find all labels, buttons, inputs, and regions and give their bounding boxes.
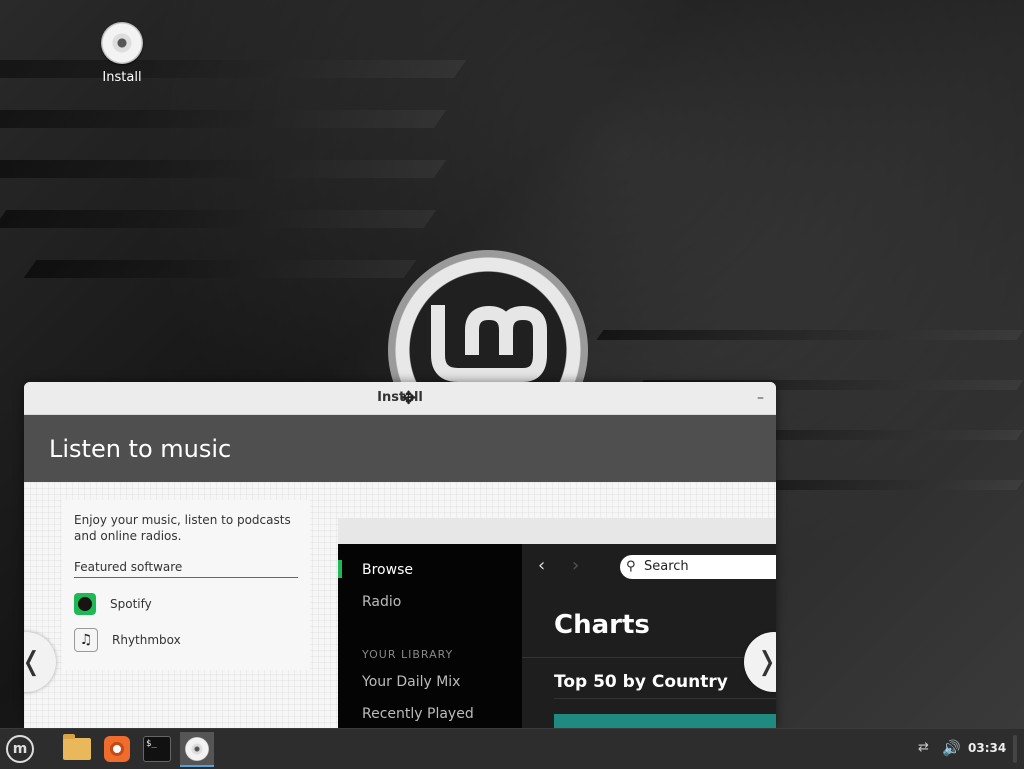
slide-intro-text: Enjoy your music, listen to podcasts and… [74, 513, 291, 543]
top50-heading: Top 50 by Country [554, 672, 728, 692]
network-disconnected-icon[interactable]: ⇄ [918, 740, 929, 755]
installer-icon [185, 736, 209, 761]
chart-card [554, 714, 776, 728]
disc-icon [101, 22, 143, 64]
spotify-search: ⚲ Search [620, 555, 776, 579]
clock[interactable]: 03:34 [968, 741, 1006, 755]
chevron-left-icon: ‹ [538, 555, 546, 576]
files-launcher[interactable] [60, 732, 94, 766]
window-titlebar[interactable]: Install ✥ – [24, 382, 776, 415]
charts-heading: Charts [554, 610, 650, 640]
featured-software-label: Featured software [74, 560, 298, 578]
spotify-main: ‹ › ⚲ Search Charts Top 50 by Country [522, 544, 776, 728]
info-card: Enjoy your music, listen to podcasts and… [62, 500, 310, 670]
active-indicator [338, 560, 342, 578]
spotify-sidebar: Browse Radio YOUR LIBRARY Your Daily Mix… [338, 544, 522, 728]
library-heading: YOUR LIBRARY [362, 648, 454, 661]
volume-icon[interactable]: 🔊 [942, 739, 961, 757]
firefox-launcher[interactable] [100, 732, 134, 766]
chevron-right-icon: › [572, 555, 580, 576]
desktop-icon-label: Install [102, 70, 142, 85]
slide-heading: Listen to music [24, 415, 776, 483]
divider [554, 698, 776, 699]
sidebar-item-browse: Browse [362, 562, 413, 578]
show-desktop-button[interactable] [1013, 735, 1017, 763]
taskbar: m $_ ⇄ 🔊 03:34 [0, 728, 1024, 769]
folder-icon [63, 734, 91, 760]
terminal-icon: $_ [143, 736, 171, 762]
desktop-install-icon[interactable]: Install [92, 22, 152, 85]
move-cursor-icon: ✥ [401, 388, 417, 409]
search-placeholder: Search [644, 559, 689, 574]
app-row-spotify: Spotify [74, 586, 298, 622]
terminal-launcher[interactable]: $_ [140, 732, 174, 766]
minimize-button[interactable]: – [757, 382, 764, 414]
app-name: Rhythmbox [112, 633, 181, 647]
sidebar-item-daily-mix: Your Daily Mix [362, 674, 461, 690]
spotify-titlebar [338, 518, 776, 544]
sidebar-item-radio: Radio [362, 594, 402, 610]
rhythmbox-icon: ♫ [74, 628, 98, 652]
spotify-screenshot: Browse Radio YOUR LIBRARY Your Daily Mix… [338, 518, 776, 728]
slide-body: Enjoy your music, listen to podcasts and… [24, 482, 776, 728]
divider [522, 657, 776, 658]
sidebar-item-recently-played: Recently Played [362, 706, 474, 722]
app-name: Spotify [110, 597, 152, 611]
menu-button[interactable]: m [3, 732, 37, 766]
mint-menu-icon: m [6, 735, 34, 763]
spotify-icon [74, 593, 96, 615]
installer-window: Install ✥ – Listen to music Enjoy your m… [24, 382, 776, 728]
installer-taskbar-button[interactable] [180, 732, 214, 767]
firefox-icon [104, 736, 130, 762]
search-icon: ⚲ [626, 559, 636, 574]
app-row-rhythmbox: ♫ Rhythmbox [74, 622, 298, 658]
